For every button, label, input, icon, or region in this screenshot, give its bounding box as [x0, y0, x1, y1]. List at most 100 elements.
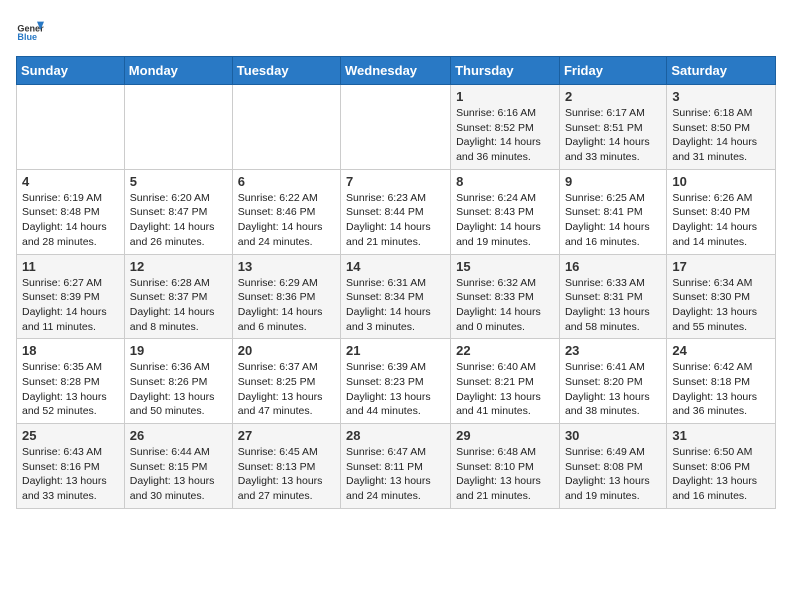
day-detail: Sunrise: 6:35 AM Sunset: 8:28 PM Dayligh… — [22, 360, 119, 419]
calendar-cell: 10 Sunrise: 6:26 AM Sunset: 8:40 PM Dayli… — [667, 169, 776, 254]
day-detail: Sunrise: 6:22 AM Sunset: 8:46 PM Dayligh… — [238, 191, 335, 250]
day-number: 31 — [672, 428, 770, 443]
calendar-cell: 5 Sunrise: 6:20 AM Sunset: 8:47 PM Daylig… — [124, 169, 232, 254]
day-number: 30 — [565, 428, 661, 443]
calendar-cell: 14 Sunrise: 6:31 AM Sunset: 8:34 PM Dayli… — [341, 254, 451, 339]
day-number: 28 — [346, 428, 445, 443]
day-number: 5 — [130, 174, 227, 189]
day-number: 16 — [565, 259, 661, 274]
day-number: 25 — [22, 428, 119, 443]
calendar-cell: 23 Sunrise: 6:41 AM Sunset: 8:20 PM Dayli… — [559, 339, 666, 424]
day-number: 6 — [238, 174, 335, 189]
calendar-cell — [124, 85, 232, 170]
calendar-cell: 2Sunrise: 6:17 AM Sunset: 8:51 PM Daylig… — [559, 85, 666, 170]
day-detail: Sunrise: 6:24 AM Sunset: 8:43 PM Dayligh… — [456, 191, 554, 250]
day-number: 10 — [672, 174, 770, 189]
day-detail: Sunrise: 6:31 AM Sunset: 8:34 PM Dayligh… — [346, 276, 445, 335]
calendar-cell: 24Sunrise: 6:42 AM Sunset: 8:18 PM Dayli… — [667, 339, 776, 424]
calendar-table: SundayMondayTuesdayWednesdayThursdayFrid… — [16, 56, 776, 509]
calendar-cell: 8 Sunrise: 6:24 AM Sunset: 8:43 PM Daylig… — [451, 169, 560, 254]
calendar-cell: 26 Sunrise: 6:44 AM Sunset: 8:15 PM Dayli… — [124, 424, 232, 509]
day-number: 1 — [456, 89, 554, 104]
header-monday: Monday — [124, 57, 232, 85]
calendar-cell: 31Sunrise: 6:50 AM Sunset: 8:06 PM Dayli… — [667, 424, 776, 509]
day-number: 26 — [130, 428, 227, 443]
page-header: General Blue — [16, 16, 776, 44]
calendar-header-row: SundayMondayTuesdayWednesdayThursdayFrid… — [17, 57, 776, 85]
day-detail: Sunrise: 6:19 AM Sunset: 8:48 PM Dayligh… — [22, 191, 119, 250]
calendar-cell: 1Sunrise: 6:16 AM Sunset: 8:52 PM Daylig… — [451, 85, 560, 170]
day-number: 20 — [238, 343, 335, 358]
calendar-cell: 15 Sunrise: 6:32 AM Sunset: 8:33 PM Dayli… — [451, 254, 560, 339]
calendar-cell: 9 Sunrise: 6:25 AM Sunset: 8:41 PM Daylig… — [559, 169, 666, 254]
calendar-cell: 27Sunrise: 6:45 AM Sunset: 8:13 PM Dayli… — [232, 424, 340, 509]
calendar-cell: 6 Sunrise: 6:22 AM Sunset: 8:46 PM Daylig… — [232, 169, 340, 254]
calendar-cell: 16Sunrise: 6:33 AM Sunset: 8:31 PM Dayli… — [559, 254, 666, 339]
calendar-cell: 29 Sunrise: 6:48 AM Sunset: 8:10 PM Dayli… — [451, 424, 560, 509]
logo-icon: General Blue — [16, 16, 44, 44]
calendar-cell — [341, 85, 451, 170]
calendar-cell: 3 Sunrise: 6:18 AM Sunset: 8:50 PM Daylig… — [667, 85, 776, 170]
header-sunday: Sunday — [17, 57, 125, 85]
calendar-cell: 11Sunrise: 6:27 AM Sunset: 8:39 PM Dayli… — [17, 254, 125, 339]
day-number: 23 — [565, 343, 661, 358]
day-detail: Sunrise: 6:36 AM Sunset: 8:26 PM Dayligh… — [130, 360, 227, 419]
calendar-cell: 7 Sunrise: 6:23 AM Sunset: 8:44 PM Daylig… — [341, 169, 451, 254]
day-detail: Sunrise: 6:20 AM Sunset: 8:47 PM Dayligh… — [130, 191, 227, 250]
day-number: 11 — [22, 259, 119, 274]
day-number: 29 — [456, 428, 554, 443]
day-detail: Sunrise: 6:47 AM Sunset: 8:11 PM Dayligh… — [346, 445, 445, 504]
calendar-week-row: 11Sunrise: 6:27 AM Sunset: 8:39 PM Dayli… — [17, 254, 776, 339]
day-detail: Sunrise: 6:23 AM Sunset: 8:44 PM Dayligh… — [346, 191, 445, 250]
day-detail: Sunrise: 6:18 AM Sunset: 8:50 PM Dayligh… — [672, 106, 770, 165]
day-number: 3 — [672, 89, 770, 104]
header-friday: Friday — [559, 57, 666, 85]
day-number: 19 — [130, 343, 227, 358]
day-detail: Sunrise: 6:41 AM Sunset: 8:20 PM Dayligh… — [565, 360, 661, 419]
day-number: 8 — [456, 174, 554, 189]
day-detail: Sunrise: 6:39 AM Sunset: 8:23 PM Dayligh… — [346, 360, 445, 419]
logo: General Blue — [16, 16, 44, 44]
calendar-week-row: 25 Sunrise: 6:43 AM Sunset: 8:16 PM Dayli… — [17, 424, 776, 509]
calendar-cell: 17Sunrise: 6:34 AM Sunset: 8:30 PM Dayli… — [667, 254, 776, 339]
calendar-cell — [232, 85, 340, 170]
calendar-cell — [17, 85, 125, 170]
day-detail: Sunrise: 6:29 AM Sunset: 8:36 PM Dayligh… — [238, 276, 335, 335]
day-detail: Sunrise: 6:42 AM Sunset: 8:18 PM Dayligh… — [672, 360, 770, 419]
day-detail: Sunrise: 6:40 AM Sunset: 8:21 PM Dayligh… — [456, 360, 554, 419]
day-detail: Sunrise: 6:37 AM Sunset: 8:25 PM Dayligh… — [238, 360, 335, 419]
day-detail: Sunrise: 6:44 AM Sunset: 8:15 PM Dayligh… — [130, 445, 227, 504]
calendar-cell: 28 Sunrise: 6:47 AM Sunset: 8:11 PM Dayli… — [341, 424, 451, 509]
header-tuesday: Tuesday — [232, 57, 340, 85]
svg-text:Blue: Blue — [17, 32, 37, 42]
day-number: 21 — [346, 343, 445, 358]
day-number: 12 — [130, 259, 227, 274]
day-number: 2 — [565, 89, 661, 104]
header-thursday: Thursday — [451, 57, 560, 85]
day-number: 15 — [456, 259, 554, 274]
day-number: 7 — [346, 174, 445, 189]
header-wednesday: Wednesday — [341, 57, 451, 85]
day-detail: Sunrise: 6:32 AM Sunset: 8:33 PM Dayligh… — [456, 276, 554, 335]
calendar-cell: 4 Sunrise: 6:19 AM Sunset: 8:48 PM Daylig… — [17, 169, 125, 254]
day-number: 4 — [22, 174, 119, 189]
calendar-cell: 30 Sunrise: 6:49 AM Sunset: 8:08 PM Dayli… — [559, 424, 666, 509]
header-saturday: Saturday — [667, 57, 776, 85]
calendar-cell: 21 Sunrise: 6:39 AM Sunset: 8:23 PM Dayli… — [341, 339, 451, 424]
day-detail: Sunrise: 6:49 AM Sunset: 8:08 PM Dayligh… — [565, 445, 661, 504]
day-number: 14 — [346, 259, 445, 274]
day-number: 9 — [565, 174, 661, 189]
calendar-cell: 18Sunrise: 6:35 AM Sunset: 8:28 PM Dayli… — [17, 339, 125, 424]
calendar-cell: 22Sunrise: 6:40 AM Sunset: 8:21 PM Dayli… — [451, 339, 560, 424]
day-detail: Sunrise: 6:25 AM Sunset: 8:41 PM Dayligh… — [565, 191, 661, 250]
day-detail: Sunrise: 6:26 AM Sunset: 8:40 PM Dayligh… — [672, 191, 770, 250]
calendar-cell: 19 Sunrise: 6:36 AM Sunset: 8:26 PM Dayli… — [124, 339, 232, 424]
calendar-week-row: 4 Sunrise: 6:19 AM Sunset: 8:48 PM Daylig… — [17, 169, 776, 254]
calendar-cell: 12 Sunrise: 6:28 AM Sunset: 8:37 PM Dayli… — [124, 254, 232, 339]
day-detail: Sunrise: 6:43 AM Sunset: 8:16 PM Dayligh… — [22, 445, 119, 504]
day-detail: Sunrise: 6:28 AM Sunset: 8:37 PM Dayligh… — [130, 276, 227, 335]
day-number: 27 — [238, 428, 335, 443]
day-detail: Sunrise: 6:48 AM Sunset: 8:10 PM Dayligh… — [456, 445, 554, 504]
calendar-cell: 25 Sunrise: 6:43 AM Sunset: 8:16 PM Dayli… — [17, 424, 125, 509]
calendar-week-row: 18Sunrise: 6:35 AM Sunset: 8:28 PM Dayli… — [17, 339, 776, 424]
